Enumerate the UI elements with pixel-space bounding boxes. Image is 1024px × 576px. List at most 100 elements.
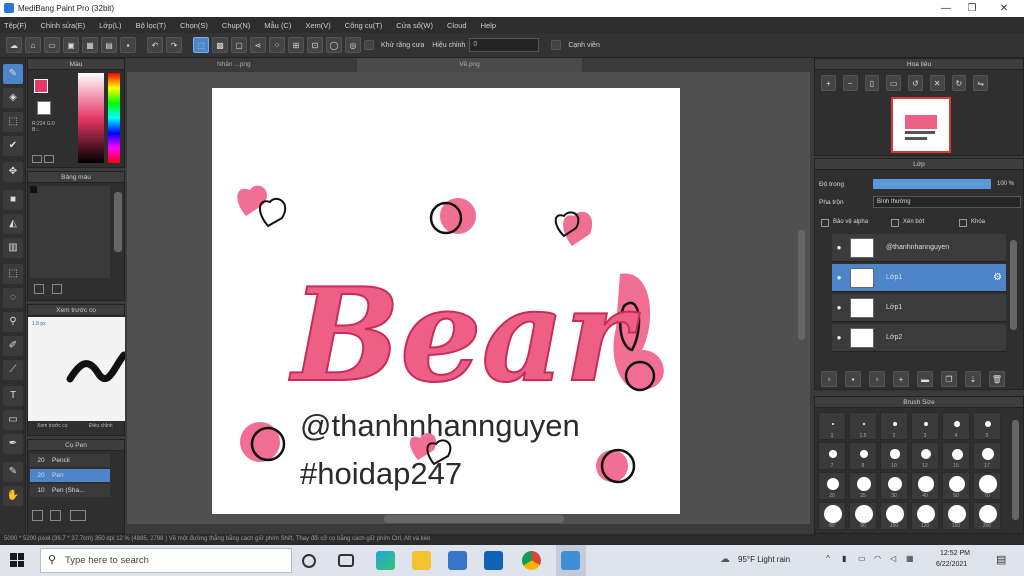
menu-item[interactable]: Chụp(N) [222,21,250,30]
chrome-icon[interactable] [522,551,541,570]
brush-size-cell[interactable]: 150 [942,502,970,530]
home-icon[interactable]: ⌂ [25,37,41,53]
pen-tool-icon[interactable]: ✎ [3,462,23,482]
zoom-out-icon[interactable]: − [842,75,858,91]
tray-network-icon[interactable]: ▭ [858,554,866,563]
layer-row[interactable]: ● Lớp2 [832,324,1006,352]
medibang-taskbar-icon[interactable] [561,551,580,570]
move-tool-icon[interactable]: ✥ [3,162,23,182]
chat-icon[interactable]: ▭ [44,37,60,53]
brush-tool-icon[interactable]: ✎ [3,64,23,84]
taskbar-search-input[interactable]: Type here to search [40,548,292,573]
frame-tool-icon[interactable]: ▭ [3,410,23,430]
canvas-scrollbar-vertical[interactable] [798,230,805,340]
brush-size-cell[interactable]: 20 [818,472,846,500]
undo-icon[interactable]: ↶ [147,37,163,53]
brush-size-cell[interactable]: 100 [880,502,908,530]
add-layer-menu-icon[interactable]: + [893,371,909,387]
menu-item[interactable]: Mẫu (C) [264,21,291,30]
new-layer-icon[interactable]: ▫ [821,371,837,387]
menu-item[interactable]: Xem(V) [305,21,330,30]
edge-checkbox[interactable] [551,40,562,50]
brush-add-icon[interactable] [32,510,43,521]
circle-icon[interactable]: ◯ [326,37,342,53]
menu-item[interactable]: Cloud [447,21,467,30]
task-view-icon[interactable] [338,554,354,567]
bucket-tool-icon[interactable]: ◭ [3,214,23,234]
color-gradient-picker[interactable] [78,73,104,163]
brush-size-cell[interactable]: 7 [818,442,846,470]
rotate-left-icon[interactable]: ↺ [908,75,923,91]
target-icon[interactable]: ◎ [345,37,361,53]
merge-layer-icon[interactable]: ⇣ [965,371,981,387]
eyedropper-tool-icon[interactable]: ✒ [3,434,23,454]
cortana-icon[interactable] [302,554,316,568]
duplicate-layer-icon[interactable]: ❐ [941,371,957,387]
pen-select-icon[interactable]: ✐ [3,336,23,356]
delete-layer-icon[interactable]: 🗑 [989,371,1005,387]
layer-visibility-icon[interactable]: ● [832,303,846,312]
brush-size-cell[interactable]: 30 [880,472,908,500]
clipping-checkbox[interactable] [891,219,899,227]
cloud-icon[interactable]: ☁ [6,37,22,53]
mesh-icon[interactable]: ⊡ [307,37,323,53]
share-icon[interactable]: ⋖ [250,37,266,53]
select-tool-icon[interactable]: ⬚ [3,264,23,284]
mail-icon[interactable] [484,551,503,570]
wand-tool-icon[interactable]: ⚲ [3,312,23,332]
brush-size-cell[interactable]: 12 [911,442,939,470]
text-tool-icon[interactable]: T [3,386,23,406]
brush-size-cell[interactable]: 120 [911,502,939,530]
brush-list-item[interactable]: 10 Pen (Sha... [30,484,110,497]
brush-adjust-tab[interactable]: Điều chỉnh [77,423,126,435]
windows-start-icon[interactable] [10,553,24,567]
layer-row[interactable]: ● @thanhnhannguyen [832,234,1006,262]
select-rect-icon[interactable]: ⬚ [193,37,209,53]
menu-item[interactable]: Tệp(F) [4,21,27,30]
lock-alpha-checkbox[interactable] [821,219,829,227]
brush-list-item[interactable]: 20 Pencil [30,454,110,467]
palette-scrollbar[interactable] [114,192,122,252]
brush-size-cell[interactable]: 1 [818,412,846,440]
lasso-tool-icon[interactable]: ◌ [3,288,23,308]
redo-icon[interactable]: ↷ [166,37,182,53]
brush-size-cell[interactable]: 3 [911,412,939,440]
close-button[interactable]: ✕ [994,2,1014,15]
layer-settings-icon[interactable]: ⚙ [993,272,1002,283]
navigator-thumbnail[interactable] [891,97,951,153]
tray-chevron-icon[interactable]: ^ [826,554,830,563]
gradient-tool-icon[interactable]: ▥ [3,238,23,258]
brush-size-cell[interactable]: 90 [849,502,877,530]
hand-tool-icon[interactable]: ✋ [3,486,23,506]
drawing-paper[interactable]: Bear @thanhnhannguyen #hoidap247 [212,88,680,514]
menu-item[interactable]: Chọn(S) [180,21,208,30]
background-color-swatch[interactable] [37,101,51,115]
flip-icon[interactable]: ⇋ [973,75,988,91]
folder-icon[interactable]: ▬ [917,371,933,387]
close-view-icon[interactable]: ✕ [929,75,945,91]
fit-icon[interactable]: ▯ [864,75,880,91]
palette-add-icon[interactable] [34,284,44,294]
menu-item[interactable]: Công cụ(T) [345,21,383,30]
layer-visibility-icon[interactable]: ● [832,273,846,282]
tab-left-document[interactable]: Nhân ...png [217,61,251,68]
layer-row[interactable]: ● Lớp1 [832,294,1006,322]
image-icon[interactable]: ▣ [63,37,79,53]
select-all-icon[interactable]: ▩ [212,37,228,53]
brush-size-cell[interactable]: 15 [942,442,970,470]
layer-scrollbar[interactable] [1010,240,1017,330]
lock-checkbox[interactable] [959,219,967,227]
transform-icon[interactable]: ⊞ [288,37,304,53]
actual-size-icon[interactable]: ▭ [886,75,901,91]
correction-select[interactable]: 0 [469,38,540,52]
check-tool-icon[interactable]: ✔ [3,136,23,156]
brush-size-cell[interactable]: 2 [880,412,908,440]
brush-size-cell[interactable]: 4 [942,412,970,440]
brush-size-cell[interactable]: 50 [942,472,970,500]
weather-text[interactable]: 95°F Light rain [738,555,790,564]
save-icon[interactable]: ▪ [120,37,136,53]
menu-item[interactable]: Cửa sổ(W) [396,21,433,30]
brush-size-cell[interactable]: 200 [973,502,1001,530]
brush-size-cell[interactable]: 80 [818,502,846,530]
language-icon[interactable]: ▦ [906,554,914,563]
